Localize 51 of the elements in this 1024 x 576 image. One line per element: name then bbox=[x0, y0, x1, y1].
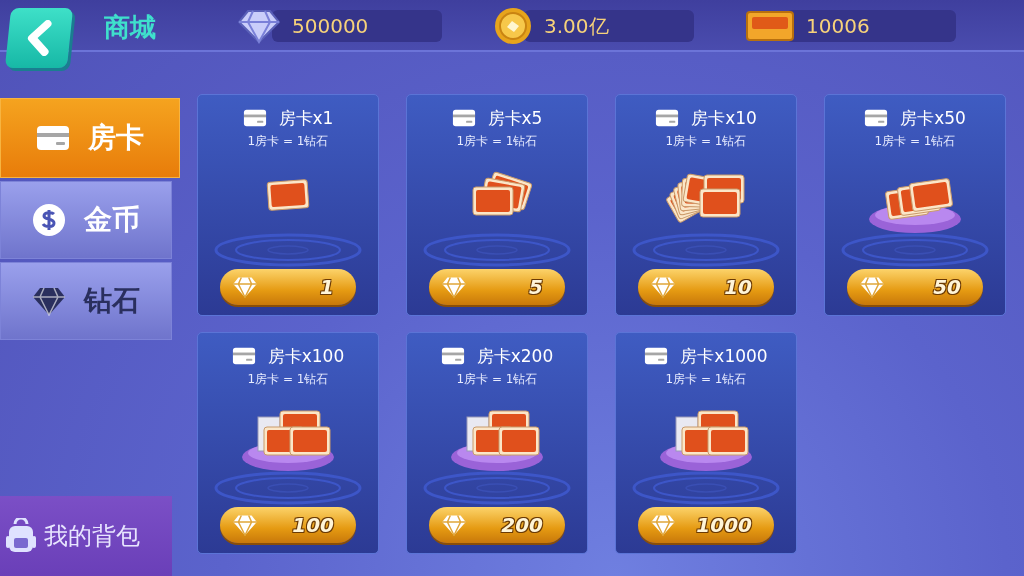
product-title: 房卡x1 bbox=[278, 106, 334, 130]
product-title: 房卡x5 bbox=[487, 106, 543, 130]
product-title: 房卡x1000 bbox=[680, 344, 768, 368]
diamond-icon bbox=[232, 276, 258, 298]
card-icon bbox=[36, 125, 70, 151]
diamond-icon bbox=[232, 514, 258, 536]
card-icon bbox=[644, 347, 669, 365]
card-icon bbox=[864, 109, 889, 127]
card-icon bbox=[440, 347, 465, 365]
coin-icon bbox=[32, 203, 66, 237]
diamond-icon bbox=[650, 276, 676, 298]
card-stack-drawing bbox=[472, 171, 533, 216]
product-title: 房卡x200 bbox=[476, 344, 554, 368]
balance-value: 3.00亿 bbox=[524, 10, 694, 42]
diamond-icon bbox=[859, 276, 885, 298]
price-button[interactable]: 200 bbox=[429, 507, 565, 543]
coin-icon bbox=[494, 7, 532, 45]
price-button[interactable]: 1000 bbox=[638, 507, 774, 543]
price-button[interactable]: 1 bbox=[220, 269, 356, 305]
category-tab[interactable]: 金币 bbox=[0, 181, 172, 259]
backpack-icon bbox=[6, 518, 36, 554]
page-title: 商城 bbox=[104, 11, 157, 44]
card-icon bbox=[242, 109, 267, 127]
back-button[interactable] bbox=[4, 8, 74, 68]
exchange-rate: 1房卡 = 1钻石 bbox=[247, 371, 329, 388]
price-button[interactable]: 50 bbox=[847, 269, 983, 305]
exchange-rate: 1房卡 = 1钻石 bbox=[456, 371, 538, 388]
exchange-rate: 1房卡 = 1钻石 bbox=[874, 133, 956, 150]
diamond-icon bbox=[441, 276, 467, 298]
price-button[interactable]: 5 bbox=[429, 269, 565, 305]
exchange-rate: 1房卡 = 1钻石 bbox=[456, 133, 538, 150]
card-stack-drawing bbox=[266, 179, 310, 211]
product-title: 房卡x10 bbox=[691, 106, 757, 130]
card-icon bbox=[655, 109, 680, 127]
category-tab[interactable]: 房卡 bbox=[0, 98, 180, 178]
card-icon bbox=[231, 347, 256, 365]
product-title: 房卡x100 bbox=[267, 344, 345, 368]
backpack-button[interactable]: 我的背包 bbox=[0, 496, 172, 576]
exchange-rate: 1房卡 = 1钻石 bbox=[665, 371, 747, 388]
card-icon bbox=[746, 10, 794, 42]
price-button[interactable]: 100 bbox=[220, 507, 356, 543]
diamond-icon bbox=[650, 514, 676, 536]
balance-value: 500000 bbox=[272, 10, 442, 42]
product-title: 房卡x50 bbox=[900, 106, 966, 130]
category-tab[interactable]: 钻石 bbox=[0, 262, 172, 340]
diamond-icon bbox=[32, 286, 66, 316]
exchange-rate: 1房卡 = 1钻石 bbox=[247, 133, 329, 150]
card-icon bbox=[451, 109, 476, 127]
diamond-icon bbox=[441, 514, 467, 536]
exchange-rate: 1房卡 = 1钻石 bbox=[665, 133, 747, 150]
price-button[interactable]: 10 bbox=[638, 269, 774, 305]
